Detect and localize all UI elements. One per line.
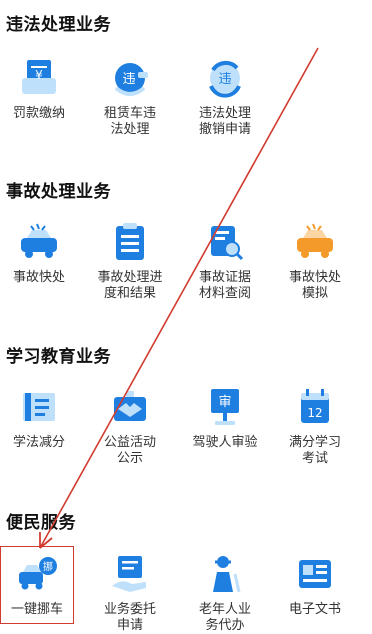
accident-progress-label: 事故处理进 度和结果 [97,270,163,301]
move-glyph: 挪 [43,560,53,573]
charity-icon [114,391,146,421]
study-deduct-label: 学法减分 [12,435,65,450]
accident-progress-icon [116,223,144,260]
section-title-accident: 事故处理业务 [6,182,111,202]
section-title-education: 学习教育业务 [6,347,111,367]
revoke-glyph: 违 [218,72,231,87]
rental-violation-item[interactable]: 违 租赁车违 法处理 [85,56,175,138]
elderly-label: 老年人业 务代办 [198,602,251,633]
driver-review-item[interactable]: 审 驾驶人审验 [180,385,270,451]
accident-sim-label: 事故快处 模拟 [288,270,341,301]
fine-yen-glyph: ¥ [35,68,43,82]
violation-revoke-icon: 违 [209,60,241,98]
entrust-icon [112,556,146,592]
accident-sim-item[interactable]: 事故快处 模拟 [270,220,360,302]
full-score-exam-icon: 12 [301,389,329,423]
accident-progress-item[interactable]: 事故处理进 度和结果 [85,220,175,302]
accident-sim-icon [297,223,333,258]
evidence-search-item[interactable]: 事故证据 材料查阅 [180,220,270,302]
rental-violation-label: 租赁车违 法处理 [103,106,156,137]
fine-payment-icon: ¥ [22,60,56,94]
section-title-convenience: 便民服务 [6,513,76,533]
full-score-exam-item[interactable]: 12 满分学习 考试 [270,385,360,467]
elderly-item[interactable]: 老年人业 务代办 [180,552,270,634]
study-book-icon [23,393,55,421]
fine-payment-item[interactable]: ¥ 罚款缴纳 [0,56,84,122]
evidence-search-label: 事故证据 材料查阅 [198,270,251,301]
driver-review-icon: 审 [211,389,239,425]
move-car-icon: 挪 [19,557,57,590]
e-document-item[interactable]: 电子文书 [270,552,360,618]
rental-glyph: 违 [122,72,135,87]
entrust-item[interactable]: 业务委托 申请 [85,552,175,634]
fine-payment-label: 罚款缴纳 [12,106,65,121]
elderly-icon [213,556,241,593]
charity-label: 公益活动 公示 [103,435,156,466]
rental-violation-icon: 违 [114,63,148,96]
violation-revoke-item[interactable]: 违 违法处理 撤销申请 [180,56,270,138]
full-score-exam-label: 满分学习 考试 [288,435,341,466]
e-document-label: 电子文书 [288,602,341,617]
exam-glyph: 12 [307,406,322,420]
study-deduct-item[interactable]: 学法减分 [0,385,84,451]
accident-quick-label: 事故快处 [12,270,65,285]
move-car-label: 一键挪车 [10,602,63,617]
charity-item[interactable]: 公益活动 公示 [85,385,175,467]
review-glyph: 审 [218,395,231,410]
e-document-icon [299,560,331,588]
section-title-violation: 违法处理业务 [6,15,111,35]
move-car-item[interactable]: 挪 一键挪车 [0,552,82,618]
accident-quick-item[interactable]: 事故快处 [0,220,84,286]
evidence-search-icon [211,226,244,261]
entrust-label: 业务委托 申请 [103,602,156,633]
violation-revoke-label: 违法处理 撤销申请 [198,106,251,137]
accident-quick-icon [21,223,57,258]
driver-review-label: 驾驶人审验 [192,435,258,450]
